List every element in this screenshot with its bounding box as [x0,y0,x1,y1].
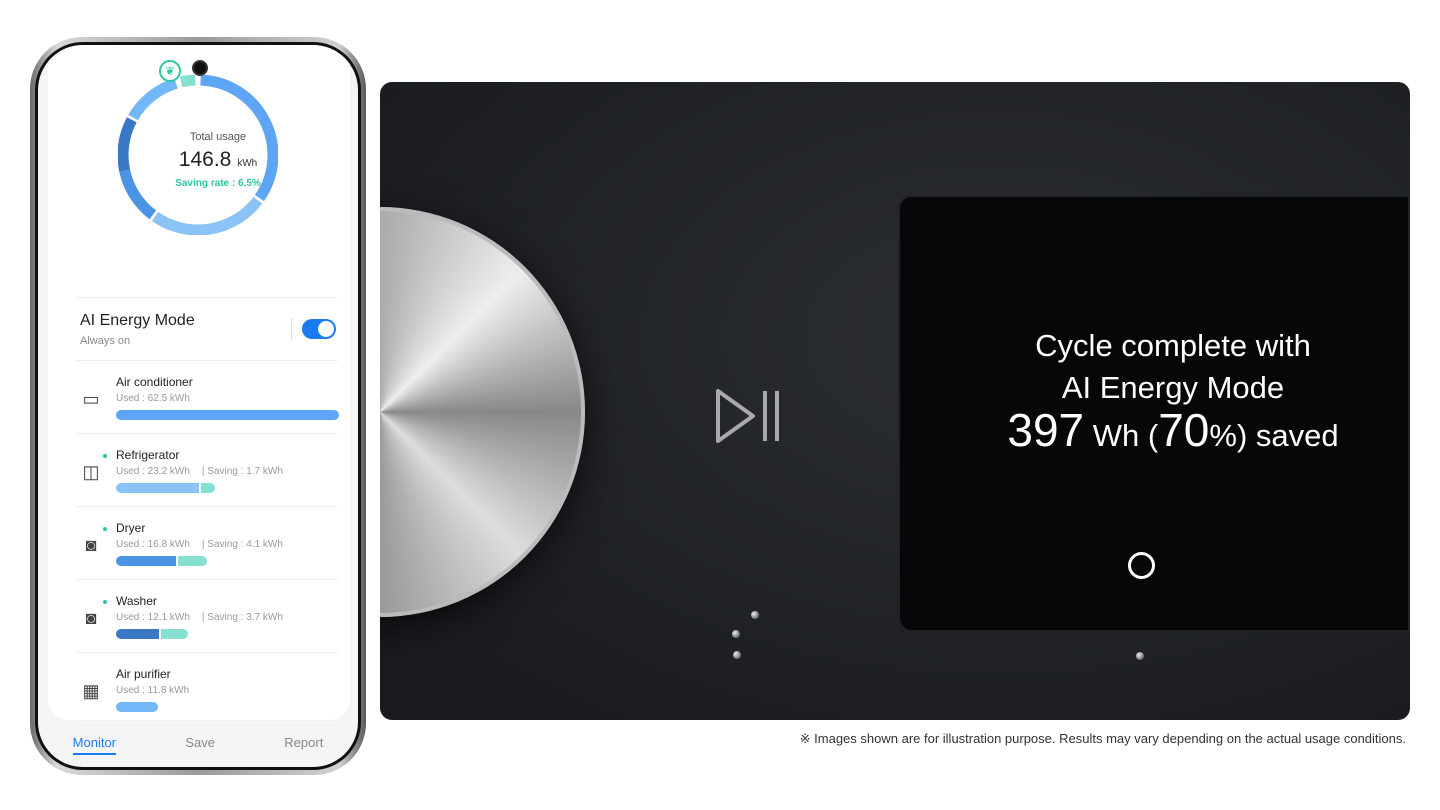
used-bar [116,483,199,493]
divider [291,318,292,340]
circle-button-icon[interactable] [1128,552,1155,579]
phone-screen: ❦ Total usage 146.8 kWh Saving rate : 6.… [38,45,358,767]
donut-segment [179,75,196,88]
ai-mode-subtitle: Always on [80,335,131,347]
air-purifier-icon: ▦ [82,681,100,701]
dryer-icon: ◙ [85,535,97,555]
usage-bar [116,410,339,420]
usage-bar [116,629,188,639]
tab-monitor[interactable]: Monitor [72,735,117,755]
play-pause-icon[interactable] [715,387,783,447]
monitor-card: ❦ Total usage 146.8 kWh Saving rate : 6.… [48,45,350,726]
device-name: Refrigerator [116,448,180,462]
device-row[interactable]: ◙ Dryer Used : 16.8 kWh | Saving : 4.1 kWh [76,507,338,580]
saving-bar [177,556,208,566]
usage-bar [116,483,215,493]
braille-dot [733,651,741,659]
phone-mockup: ❦ Total usage 146.8 kWh Saving rate : 6.… [30,37,366,775]
saving-bar [200,483,215,493]
ai-mode-title: AI Energy Mode [80,312,195,329]
saving-bar [161,629,188,639]
saving-rate: Saving rate : 6.5% [175,178,261,189]
donut-segment [151,196,263,235]
ai-energy-mode-row: AI Energy Mode Always on [76,297,338,361]
device-usage: Used : 12.1 kWh | Saving : 3.7 kWh [116,612,283,623]
washer-icon: ◙ [85,608,97,628]
used-bar [116,410,339,420]
device-usage: Used : 11.8 kWh [116,685,190,696]
cycle-message: Cycle complete with AI Energy Mode 397 W… [898,325,1410,457]
air-conditioner-icon: ▭ [82,389,100,409]
device-name: Air purifier [116,667,171,681]
front-camera [192,60,208,76]
display-screen: Cycle complete with AI Energy Mode 397 W… [898,195,1410,632]
bottom-nav: Monitor Save Report [38,735,358,755]
device-usage: Used : 23.2 kWh | Saving : 1.7 kWh [116,466,283,477]
total-usage-label: Total usage [189,131,247,143]
used-bar [116,629,160,639]
device-name: Dryer [116,521,146,535]
status-dot [103,527,107,531]
tab-report[interactable]: Report [284,735,323,755]
appliance-control-panel: Cycle complete with AI Energy Mode 397 W… [380,82,1410,720]
device-usage: Used : 62.5 kWh [116,393,190,404]
device-row[interactable]: ◫ Refrigerator Used : 23.2 kWh | Saving : … [76,434,338,507]
leaf-icon: ❦ [159,60,181,82]
status-dot [103,454,107,458]
used-bar [116,702,159,712]
donut-segment [128,78,178,121]
dial-knob[interactable] [380,207,585,617]
footnote: ※ Images shown are for illustration purp… [799,731,1406,746]
savings-line: 397 Wh (70%) saved [1007,404,1339,456]
device-usage: Used : 16.8 kWh | Saving : 4.1 kWh [116,539,283,550]
device-row[interactable]: ▭ Air conditioner Used : 62.5 kWh [76,361,339,434]
total-usage-value: 146.8 kWh [178,148,258,171]
tab-save[interactable]: Save [185,735,215,755]
usage-bar [116,556,208,566]
device-row[interactable]: ◙ Washer Used : 12.1 kWh | Saving : 3.7 kW… [76,580,338,653]
status-dot [103,600,107,604]
device-name: Washer [116,594,157,608]
ai-mode-toggle[interactable] [302,319,336,339]
braille-dot [1136,652,1144,660]
message-line-2: AI Energy Mode [1061,370,1285,405]
device-row[interactable]: ▦ Air purifier Used : 11.8 kWh [76,653,338,726]
braille-dot [732,630,740,638]
braille-dot [751,611,759,619]
message-line-1: Cycle complete with [1035,328,1311,363]
refrigerator-icon: ◫ [82,462,100,482]
device-name: Air conditioner [116,375,193,389]
usage-bar [116,702,159,712]
used-bar [116,556,176,566]
